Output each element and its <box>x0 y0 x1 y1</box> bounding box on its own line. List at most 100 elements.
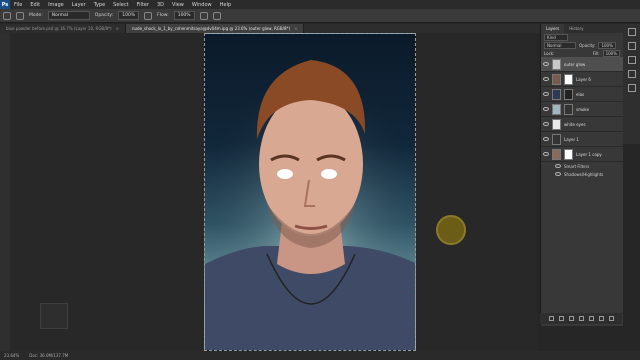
airbrush-icon[interactable] <box>199 11 208 20</box>
filter-row: Kind <box>541 33 623 41</box>
brush-panel-icon[interactable] <box>627 70 636 78</box>
brush-cursor <box>436 215 466 245</box>
visibility-eye-icon[interactable] <box>543 62 549 66</box>
smart-filters-row[interactable]: Smart Filters <box>541 162 623 170</box>
opacity-field[interactable]: 100% <box>118 11 140 20</box>
menu-3d[interactable]: 3D <box>153 2 168 8</box>
layer-name[interactable]: outer glow <box>564 62 585 67</box>
status-bar: 23.64% Doc: 36.0M/137.7M <box>0 351 640 360</box>
zoom-readout[interactable]: 23.64% <box>4 353 19 358</box>
color-panel-icon[interactable] <box>627 28 636 36</box>
layer-elas[interactable]: elas <box>541 87 623 102</box>
visibility-eye-icon[interactable] <box>555 172 561 176</box>
layer-name[interactable]: smoke <box>576 107 589 112</box>
visibility-eye-icon[interactable] <box>555 164 561 168</box>
trash-icon[interactable] <box>608 316 614 321</box>
visibility-eye-icon[interactable] <box>543 107 549 111</box>
opacity-label: Opacity: <box>94 13 114 18</box>
properties-panel-icon[interactable] <box>627 56 636 64</box>
layer-mask-thumbnail[interactable] <box>564 103 573 115</box>
photoshop-logo-icon[interactable]: Ps <box>0 0 10 9</box>
new-group-icon[interactable] <box>588 316 594 321</box>
layer-name[interactable]: white eyes <box>564 122 586 127</box>
tab-blue-powder[interactable]: blue powder before.psd @ 16.7% (Layer 10… <box>0 24 126 33</box>
layer-thumbnail <box>552 73 561 85</box>
layer-mask-thumbnail[interactable] <box>564 73 573 85</box>
kind-filter-select[interactable]: Kind <box>544 33 568 41</box>
new-layer-icon[interactable] <box>598 316 604 321</box>
link-layers-icon[interactable] <box>548 316 554 321</box>
layer-name[interactable]: Layer 1 <box>564 137 579 142</box>
blend-row: Normal Opacity: 100% <box>541 41 623 49</box>
add-mask-icon[interactable] <box>568 316 574 321</box>
layers-panel: Layers History Kind Normal Opacity: 100%… <box>540 24 623 326</box>
fx-icon[interactable] <box>558 316 564 321</box>
layer-name[interactable]: Layer 1 copy <box>576 152 602 157</box>
lock-label: Lock: <box>544 50 555 56</box>
tab-layers[interactable]: Layers <box>541 24 565 33</box>
menu-bar: Ps File Edit Image Layer Type Select Fil… <box>0 0 640 9</box>
options-bar: Mode: Normal Opacity: 100% Flow: 100% <box>0 9 640 23</box>
layer-layer-1[interactable]: Layer 1 <box>541 132 623 147</box>
fill-field[interactable]: 100% <box>602 49 620 57</box>
menu-file[interactable]: File <box>10 2 26 8</box>
tab-nude-shock[interactable]: nude_shock_lo_1_by_cohenmitsaya@dv04m.ip… <box>125 24 305 33</box>
tab-label: nude_shock_lo_1_by_cohenmitsaya@dv04m.ip… <box>131 26 291 31</box>
brush-tool-icon[interactable] <box>3 11 11 20</box>
smart-filters-label: Smart Filters <box>564 163 590 169</box>
layer-layer-1-copy[interactable]: Layer 1 copy <box>541 147 623 162</box>
menu-view[interactable]: View <box>168 2 188 8</box>
blend-mode-select[interactable]: Normal <box>544 41 576 49</box>
filter-row-shadows-highlights[interactable]: Shadows/Highlights <box>541 170 623 178</box>
visibility-eye-icon[interactable] <box>543 122 549 126</box>
menu-image[interactable]: Image <box>44 2 68 8</box>
visibility-eye-icon[interactable] <box>543 152 549 156</box>
menu-select[interactable]: Select <box>109 2 132 8</box>
layer-outer-glow[interactable]: outer glow <box>541 57 623 72</box>
adjustment-layer-icon[interactable] <box>578 316 584 321</box>
visibility-eye-icon[interactable] <box>543 137 549 141</box>
menu-layer[interactable]: Layer <box>68 2 90 8</box>
paths-panel-icon[interactable] <box>627 84 636 92</box>
menu-window[interactable]: Window <box>188 2 216 8</box>
pressure-size-icon[interactable] <box>212 11 221 20</box>
pressure-opacity-icon[interactable] <box>144 11 153 20</box>
menu-filter[interactable]: Filter <box>133 2 153 8</box>
layer-thumbnail <box>552 148 561 160</box>
brush-preset-icon[interactable] <box>16 11 24 20</box>
mode-label: Mode: <box>29 13 43 18</box>
layer-opacity-field[interactable]: 100% <box>598 41 616 49</box>
close-icon[interactable]: × <box>116 26 119 31</box>
tab-history[interactable]: History <box>564 24 588 33</box>
doc-size-readout: Doc: 36.0M/137.7M <box>29 353 69 358</box>
document-tabs: blue powder before.psd @ 16.7% (Layer 10… <box>0 24 540 33</box>
layer-name[interactable]: elas <box>576 92 584 97</box>
document-canvas[interactable] <box>204 33 416 351</box>
adjustments-panel-icon[interactable] <box>627 42 636 50</box>
menu-edit[interactable]: Edit <box>26 2 44 8</box>
layer-smoke[interactable]: smoke <box>541 102 623 117</box>
ghost-icon <box>40 303 68 329</box>
layers-panel-footer <box>540 313 622 324</box>
layer-thumbnail <box>552 118 561 130</box>
menu-type[interactable]: Type <box>90 2 109 8</box>
layer-name[interactable]: Layer 6 <box>576 77 591 82</box>
lock-row: Lock: Fill: 100% <box>541 49 623 57</box>
flow-field[interactable]: 100% <box>173 11 195 20</box>
layer-mask-thumbnail[interactable] <box>564 88 573 100</box>
flow-label: Flow: <box>157 13 169 18</box>
tools-panel <box>0 33 10 351</box>
menu-help[interactable]: Help <box>216 2 235 8</box>
panel-dock <box>623 24 640 144</box>
close-icon[interactable]: × <box>294 26 297 31</box>
mode-select[interactable]: Normal <box>47 11 90 20</box>
layer-white-eyes[interactable]: white eyes <box>541 117 623 132</box>
layer-mask-thumbnail[interactable] <box>564 148 573 160</box>
layer-layer-6[interactable]: Layer 6 <box>541 72 623 87</box>
visibility-eye-icon[interactable] <box>543 77 549 81</box>
layer-thumbnail <box>552 103 561 115</box>
filter-name: Shadows/Highlights <box>564 171 604 177</box>
visibility-eye-icon[interactable] <box>543 92 549 96</box>
layer-thumbnail <box>552 133 561 145</box>
opacity-label: Opacity: <box>579 42 596 48</box>
